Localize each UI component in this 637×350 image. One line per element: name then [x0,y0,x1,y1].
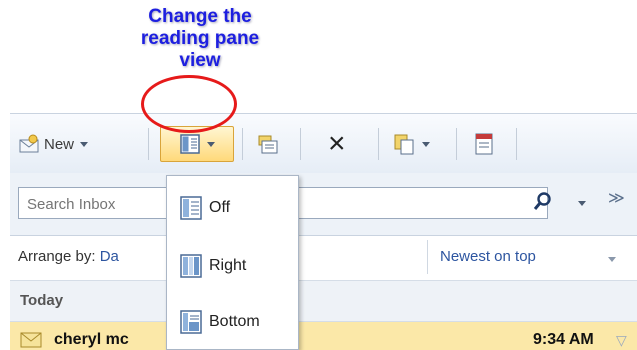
arrange-by-value[interactable]: Da [100,248,119,265]
menu-item-label: Bottom [209,313,260,330]
callout-annotation: Change the reading pane view [90,6,310,72]
message-sender: cheryl mc [54,331,129,348]
expand-search-icon[interactable]: ≫ [608,191,625,207]
arrange-bar: Arrange by: Da Newest on top [10,236,637,281]
sort-order-link[interactable]: Newest on top [440,248,536,265]
menu-item-label: Right [209,257,247,274]
arrange-divider [427,240,428,274]
toolbar: New × [10,113,637,174]
search-bar: ≫ [10,173,637,236]
pane-off-icon [180,196,202,220]
toolbar-separator [378,128,379,160]
menu-item-off[interactable]: Off [167,188,298,228]
toolbar-separator [516,128,517,160]
pane-bottom-icon [180,310,202,334]
menu-item-label: Off [209,199,231,216]
search-input[interactable] [25,189,159,219]
callout-line-3: view [179,50,221,71]
highlight-ring [141,75,237,133]
callout-line-1: Change the [148,6,252,27]
group-header: Today [10,281,637,322]
reading-pane-icon [180,134,200,154]
group-header-label: Today [20,292,64,309]
new-button-label: New [44,135,75,153]
search-icon[interactable] [533,191,553,213]
callout-line-2: reading pane [140,28,260,49]
arrange-by-label: Arrange by: [18,248,96,265]
pane-right-icon [180,254,202,278]
copy-button[interactable] [392,130,430,158]
toolbar-separator [148,128,149,160]
move-to-folder-button[interactable] [256,130,280,158]
envelope-icon [20,332,42,348]
delete-button[interactable]: × [328,127,346,160]
message-time: 9:34 AM [533,331,594,348]
chevron-down-icon[interactable] [422,141,430,147]
toolbar-separator [456,128,457,160]
toolbar-separator [300,128,301,160]
address-book-icon [475,133,493,155]
new-mail-icon [19,134,39,153]
menu-item-right[interactable]: Right [167,246,298,286]
new-button[interactable]: New [18,130,89,158]
chevron-down-icon[interactable] [80,141,89,147]
search-options-chevron-icon[interactable] [578,201,586,206]
chevron-down-icon[interactable] [608,257,616,262]
move-to-folder-icon [258,135,278,154]
reading-pane-menu: Off Right Bottom [166,175,299,350]
copy-icon [394,134,414,155]
address-book-button[interactable] [472,130,496,158]
menu-item-bottom[interactable]: Bottom [167,302,298,342]
toolbar-separator [242,128,243,160]
delete-icon: × [328,127,346,160]
flag-icon[interactable]: ▽ [616,332,627,349]
chevron-down-icon [207,141,215,147]
message-row[interactable]: cheryl mc 9:34 AM ▽ [10,322,637,350]
arrange-by: Arrange by: Da [18,248,119,265]
